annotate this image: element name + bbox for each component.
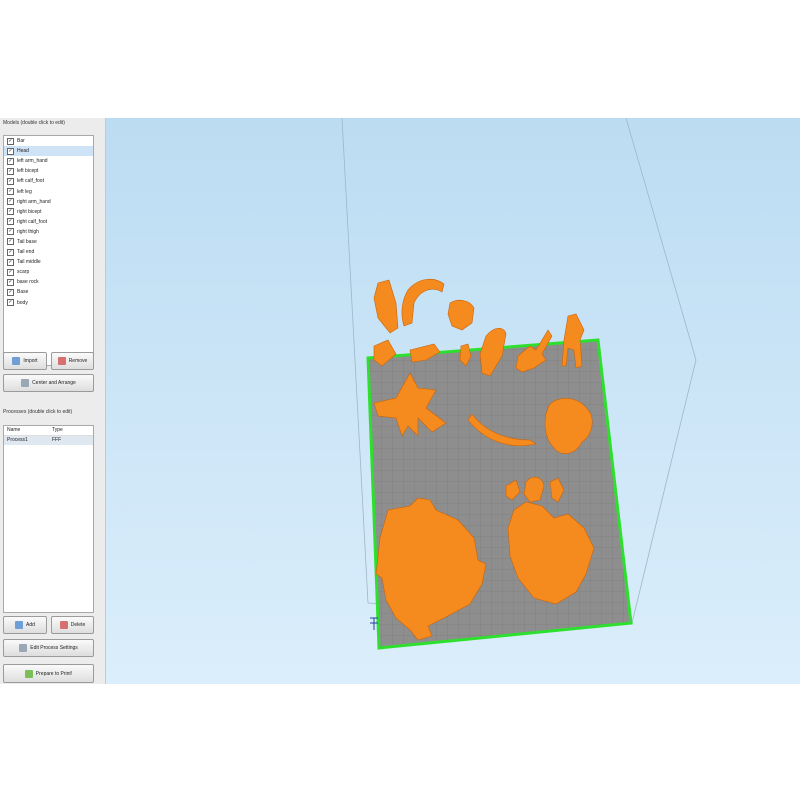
edit-process-settings-button[interactable]: Edit Process Settings (3, 639, 94, 657)
visibility-checkbox[interactable]: ✓ (7, 218, 14, 226)
remove-label: Remove (68, 358, 88, 364)
visibility-checkbox[interactable]: ✓ (7, 198, 14, 206)
add-icon (15, 621, 24, 629)
list-item[interactable]: ✓ left bicept (4, 166, 93, 176)
process-type: FFF (52, 437, 62, 443)
processes-table[interactable]: Name Type Process1 FFF (3, 425, 94, 613)
table-row[interactable]: Process1 FFF (4, 436, 93, 445)
center-arrange-button[interactable]: Center and Arrange (3, 374, 94, 392)
add-label: Add (26, 622, 35, 628)
model-label: right thigh (17, 228, 39, 235)
part-head (447, 299, 475, 331)
models-list[interactable]: ✓ Bar ✓ Head ✓ left arm_hand ✓ left bicept ✓ left… (3, 135, 94, 366)
visibility-checkbox[interactable]: ✓ (7, 188, 14, 196)
visibility-checkbox[interactable]: ✓ (7, 228, 14, 236)
scene-svg (341, 118, 697, 650)
model-label: scarp (17, 269, 30, 276)
list-item[interactable]: ✓ right thigh (4, 227, 93, 237)
list-item[interactable]: ✓ body (4, 298, 93, 308)
model-label: right calf_foot (17, 218, 48, 225)
model-label: Head (17, 148, 29, 155)
list-item[interactable]: ✓ left calf_foot (4, 176, 93, 186)
visibility-checkbox[interactable]: ✓ (7, 278, 14, 286)
prepare-label: Prepare to Print! (35, 670, 73, 677)
model-label: base rock (17, 279, 39, 286)
remove-button[interactable]: Remove (51, 352, 94, 370)
prepare-to-print-button[interactable]: Prepare to Print! (3, 664, 94, 683)
column-type-header: Type (52, 427, 63, 433)
part-left-bicept (401, 278, 445, 327)
sidebar: Models (double click to edit) ✓ Bar ✓ Head ✓… (0, 118, 106, 684)
list-item[interactable]: ✓ Tail base (4, 237, 93, 247)
visibility-checkbox[interactable]: ✓ (7, 167, 14, 175)
visibility-checkbox[interactable]: ✓ (7, 258, 14, 266)
list-item[interactable]: ✓ scarp (4, 267, 93, 277)
visibility-checkbox[interactable]: ✓ (7, 268, 14, 276)
visibility-checkbox[interactable]: ✓ (7, 299, 14, 307)
processes-title: Processes (double click to edit) (3, 409, 73, 415)
list-item[interactable]: ✓ Tail middle (4, 257, 93, 267)
processes-table-header: Name Type (4, 426, 93, 436)
list-item[interactable]: ✓ right calf_foot (4, 217, 93, 227)
app-window: Models (double click to edit) ✓ Bar ✓ Head ✓… (0, 118, 800, 684)
center-arrange-icon (21, 379, 30, 387)
model-label: left arm_hand (17, 158, 48, 165)
model-label: Tail base (17, 238, 37, 245)
list-item[interactable]: ✓ Tail end (4, 247, 93, 257)
model-label: body (17, 299, 28, 306)
column-name-header: Name (7, 427, 21, 433)
import-label: Import (23, 358, 38, 364)
center-arrange-label: Center and Arrange (32, 380, 76, 386)
remove-icon (57, 357, 66, 365)
models-title: Models (double click to edit) (3, 120, 65, 126)
delete-label: Delete (70, 622, 86, 628)
process-name: Process1 (7, 437, 28, 443)
3d-viewport[interactable] (106, 118, 800, 684)
visibility-checkbox[interactable]: ✓ (7, 177, 14, 185)
list-item[interactable]: ✓ left leg (4, 186, 93, 196)
list-item[interactable]: ✓ Head (4, 146, 93, 157)
edit-settings-label: Edit Process Settings (30, 645, 78, 651)
list-item[interactable]: ✓ right arm_hand (4, 197, 93, 207)
visibility-checkbox[interactable]: ✓ (7, 157, 14, 165)
edit-settings-icon (19, 644, 28, 652)
list-item[interactable]: ✓ Base (4, 287, 93, 297)
part-left-arm (373, 279, 399, 334)
visibility-checkbox[interactable]: ✓ (7, 238, 14, 246)
model-label: Tail middle (17, 259, 41, 266)
visibility-checkbox[interactable]: ✓ (7, 208, 14, 216)
model-label: Tail end (17, 249, 35, 256)
list-item[interactable]: ✓ base rock (4, 277, 93, 287)
add-process-button[interactable]: Add (3, 616, 47, 634)
model-label: left leg (17, 188, 32, 195)
list-item[interactable]: ✓ Bar (4, 136, 93, 146)
import-icon (12, 357, 21, 365)
import-button[interactable]: Import (3, 352, 47, 370)
model-label: Base (17, 289, 29, 296)
visibility-checkbox[interactable]: ✓ (7, 288, 14, 296)
prepare-print-icon (24, 669, 33, 678)
model-label: right arm_hand (17, 198, 51, 205)
visibility-checkbox[interactable]: ✓ (7, 147, 14, 155)
delete-icon (59, 621, 68, 629)
list-item[interactable]: ✓ left arm_hand (4, 156, 93, 166)
visibility-checkbox[interactable]: ✓ (7, 137, 14, 145)
model-label: right bicept (17, 208, 42, 215)
list-item[interactable]: ✓ right bicept (4, 207, 93, 217)
model-label: left bicept (17, 168, 39, 175)
model-label: left calf_foot (17, 178, 44, 185)
model-label: Bar (17, 138, 25, 145)
visibility-checkbox[interactable]: ✓ (7, 248, 14, 256)
delete-process-button[interactable]: Delete (51, 616, 94, 634)
